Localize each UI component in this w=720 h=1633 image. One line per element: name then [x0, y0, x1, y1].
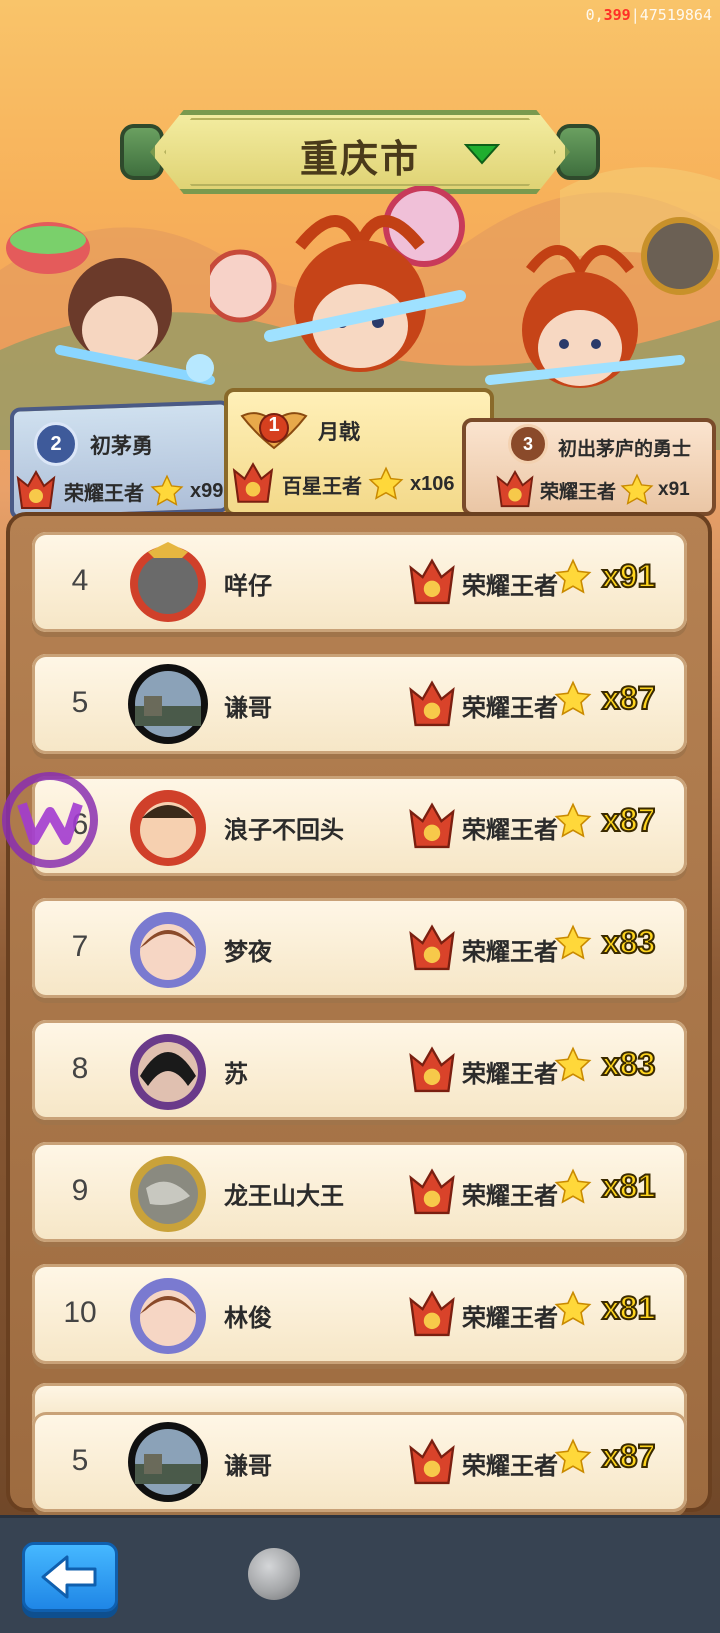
my-rank-stars: x87: [601, 1437, 656, 1475]
my-rank-row[interactable]: 5 谦哥 荣耀王者 x87: [32, 1412, 687, 1512]
player-name: 林俊: [224, 1305, 272, 1332]
star-icon: [554, 802, 592, 838]
podium-name-second: 初茅勇: [90, 435, 153, 458]
crown-emblem-icon: [232, 462, 274, 503]
dragon-avatar: [130, 1156, 206, 1232]
list-item[interactable]: 10 林俊 荣耀王者 x81: [32, 1264, 687, 1364]
rank-number: 4: [71, 564, 89, 597]
podium-name-third: 初出茅庐的勇士: [558, 439, 692, 460]
podium-tier-third: 荣耀王者 x91: [494, 468, 690, 512]
cartoon-hero-avatar: [130, 790, 206, 866]
rank-number: 10: [63, 1296, 97, 1329]
crown-emblem-icon: [409, 1046, 455, 1093]
tier-name: 荣耀王者: [462, 573, 558, 600]
list-item[interactable]: 7 梦夜 荣耀王者 x83: [32, 898, 687, 998]
podium-stars-third: x91: [658, 479, 690, 500]
star-count: x91: [601, 557, 656, 595]
rank-number: 5: [71, 686, 89, 719]
first-place-character: [210, 186, 466, 372]
session-id-highlight: 399: [603, 6, 631, 24]
star-icon: [554, 680, 592, 716]
arrow-left-icon: [41, 1555, 97, 1599]
crown-emblem-icon: [409, 558, 455, 605]
crown-emblem-icon: [409, 802, 455, 849]
cartoon-girl-avatar: [130, 1278, 206, 1354]
podium-tier-first: 百星王者 x106: [230, 460, 455, 508]
list-item[interactable]: 9 龙王山大王 荣耀王者 x81: [32, 1142, 687, 1242]
crown-emblem-icon: [409, 1168, 455, 1215]
star-count: x87: [601, 679, 656, 717]
list-item[interactable]: 8 苏 荣耀王者 x83: [32, 1020, 687, 1120]
back-button[interactable]: [22, 1542, 118, 1612]
podium-tier-text-second: 荣耀王者: [64, 482, 144, 505]
player-name: 梦夜: [224, 939, 272, 966]
tier-name: 荣耀王者: [462, 817, 558, 844]
crown-emblem-icon: [409, 924, 455, 971]
floating-w-logo[interactable]: [0, 770, 100, 870]
star-icon: [620, 473, 654, 505]
rank-badge-first: 1: [268, 414, 280, 436]
session-id-readout: 0,399|47519864: [586, 6, 712, 24]
session-id-prefix: 0,: [585, 6, 604, 24]
tier-name: 荣耀王者: [462, 1305, 558, 1332]
session-id-suffix: |47519864: [630, 6, 712, 24]
star-icon: [554, 1290, 592, 1326]
bottom-bar: [0, 1515, 720, 1633]
player-name: 龙王山大王: [224, 1183, 344, 1210]
landscape-photo-avatar: [128, 1422, 208, 1502]
star-count: x83: [601, 1045, 656, 1083]
star-count: x81: [601, 1167, 656, 1205]
podium-tier-second: 荣耀王者 x99: [14, 468, 223, 514]
crown-emblem-icon: [409, 1290, 455, 1337]
region-selector[interactable]: 重庆市: [120, 110, 600, 194]
star-icon: [554, 1046, 592, 1082]
second-place-character: [6, 222, 215, 385]
podium-tier-text-first: 百星王者: [282, 475, 362, 498]
crown-emblem-icon: [16, 469, 56, 509]
star-icon: [150, 474, 184, 506]
region-title: 重庆市: [299, 139, 420, 181]
player-name: 谦哥: [224, 695, 272, 722]
my-rank-tier: 荣耀王者: [462, 1453, 558, 1480]
cartoon-girl-avatar: [130, 912, 206, 988]
tier-name: 荣耀王者: [462, 695, 558, 722]
player-name: 苏: [224, 1061, 248, 1088]
tier-name: 荣耀王者: [462, 939, 558, 966]
crown-emblem-icon: [409, 1438, 455, 1485]
my-rank-name: 谦哥: [224, 1453, 272, 1480]
star-icon: [554, 1168, 592, 1204]
list-item[interactable]: 5 谦哥 荣耀王者 x87: [32, 654, 687, 754]
star-icon: [554, 924, 592, 960]
list-item[interactable]: 6 浪子不回头 荣耀王者 x87: [32, 776, 687, 876]
star-count: x83: [601, 923, 656, 961]
rank-badge-second: 2: [34, 422, 78, 466]
player-name: 浪子不回头: [224, 817, 344, 844]
star-icon: [368, 466, 404, 500]
rank-number: 7: [71, 930, 89, 963]
star-count: x87: [601, 801, 656, 839]
my-rank-number: 5: [71, 1444, 89, 1477]
rank-badge-third: 3: [508, 424, 548, 464]
crown-emblem-icon: [496, 469, 534, 508]
third-place-character: [485, 217, 719, 388]
tier-name: 荣耀王者: [462, 1183, 558, 1210]
photo-avatar: [130, 1034, 206, 1110]
warrior-frame-avatar: [130, 542, 206, 622]
player-name: 咩仔: [224, 573, 272, 600]
triangle-down-icon[interactable]: [462, 142, 502, 166]
podium-tier-text-third: 荣耀王者: [540, 481, 617, 503]
star-count: x81: [601, 1289, 656, 1327]
crown-emblem-icon: [409, 680, 455, 727]
rank-number: 9: [71, 1174, 89, 1207]
landscape-photo-avatar: [128, 664, 208, 744]
star-icon: [554, 558, 592, 594]
podium-name-first: 月戟: [318, 421, 360, 444]
assistive-float-ball[interactable]: [248, 1548, 300, 1600]
podium-stars-second: x99: [190, 479, 224, 502]
podium-stars-first: x106: [410, 472, 455, 495]
list-item[interactable]: 4 咩仔 荣耀王者 x91: [32, 532, 687, 632]
star-icon: [554, 1438, 592, 1474]
rank-number: 8: [71, 1052, 89, 1085]
tier-name: 荣耀王者: [462, 1061, 558, 1088]
